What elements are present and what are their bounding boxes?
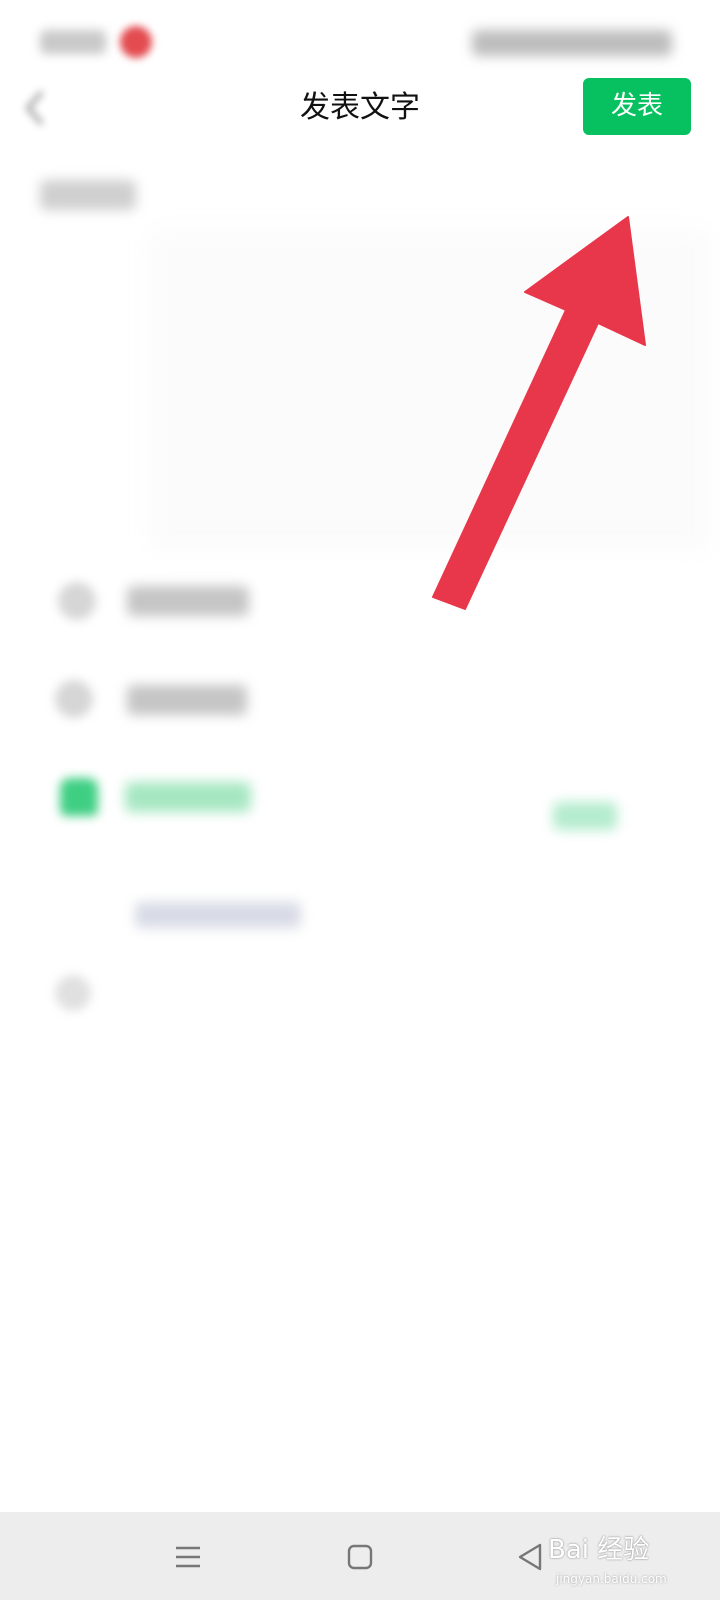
- visibility-value: [553, 802, 617, 830]
- status-time: [40, 30, 106, 54]
- home-square-icon[interactable]: [330, 1532, 390, 1582]
- sub-link[interactable]: [135, 902, 301, 928]
- notification-dot-icon: [120, 26, 152, 58]
- watermark-sub: jingyan.baidu.com: [556, 1572, 667, 1586]
- watermark-text: Bai 经验: [548, 1535, 650, 1565]
- mention-icon: [55, 680, 93, 718]
- status-bar: [0, 0, 720, 78]
- text-input-area[interactable]: [150, 230, 710, 550]
- post-button[interactable]: 发表: [583, 78, 691, 135]
- mention-row[interactable]: [127, 685, 247, 715]
- location-row[interactable]: [127, 586, 249, 616]
- menu-lines-icon[interactable]: [158, 1532, 218, 1582]
- emoji-icon[interactable]: [55, 975, 91, 1011]
- visibility-row[interactable]: [125, 782, 251, 812]
- visibility-icon: [60, 778, 98, 816]
- page-title: 发表文字: [300, 90, 420, 125]
- screen: 发表文字 发表 Bai 经验 jingyan.baidu.com: [0, 0, 720, 1600]
- back-chevron-icon[interactable]: [22, 88, 48, 128]
- location-icon: [58, 582, 96, 620]
- text-input-placeholder[interactable]: [40, 180, 136, 210]
- watermark: Bai 经验 jingyan.baidu.com: [548, 1530, 718, 1596]
- status-icons: [472, 30, 672, 56]
